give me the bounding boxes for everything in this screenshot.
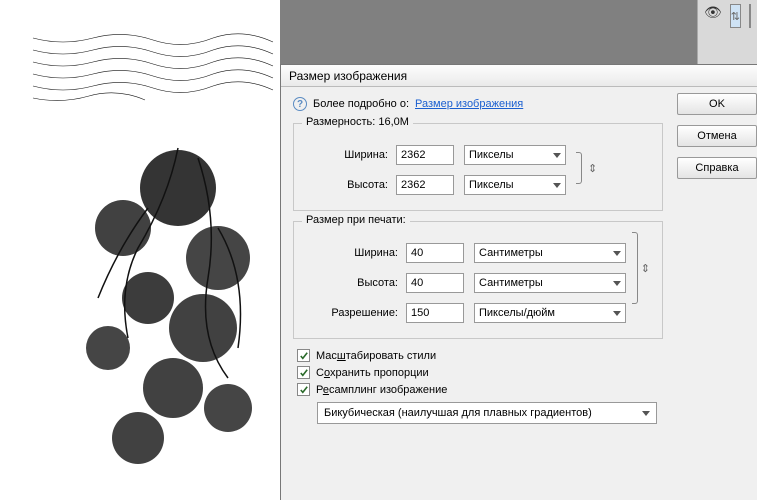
chevron-down-icon [613,251,621,256]
print-width-input[interactable] [406,243,464,263]
constrain-proportions-checkbox[interactable] [297,366,310,379]
width-input[interactable] [396,145,454,165]
constrain-link-icon [572,152,586,184]
cancel-button[interactable]: Отмена [677,125,757,147]
resample-label: Ресамплинг изображение [316,384,447,396]
scale-styles-label: Масштабировать стили [316,350,436,362]
chevron-down-icon [613,311,621,316]
resolution-label: Разрешение: [306,307,406,319]
width-label: Ширина: [306,149,396,161]
scale-styles-checkbox[interactable] [297,349,310,362]
resample-method-select[interactable]: Бикубическая (наилучшая для плавных град… [317,402,657,424]
constrain-proportions-label: Сохранить пропорции [316,367,429,379]
chevron-down-icon [613,281,621,286]
print-width-label: Ширина: [306,247,406,259]
dialog-buttons: OK Отмена Справка [677,87,757,179]
info-icon: ? [293,97,307,111]
height-label: Высота: [306,179,396,191]
resample-checkbox[interactable] [297,383,310,396]
resolution-unit-select[interactable]: Пикселы/дюйм [474,303,626,323]
check-icon [300,386,308,394]
link-swatch[interactable]: ⇅ [730,4,741,28]
pixel-dimensions-group: Размерность: 16,0M Ширина: Пикселы Высот… [293,123,663,211]
print-size-title: Размер при печати: [302,214,410,226]
chain-link-icon: ⇕ [641,262,650,275]
image-size-dialog: Размер изображения OK Отмена Справка ? Б… [280,64,757,500]
print-height-label: Высота: [306,277,406,289]
resolution-input[interactable] [406,303,464,323]
dialog-title: Размер изображения [281,65,757,87]
hint-text: Более подробно о: [313,98,409,110]
layers-strip: 👁 ⇅ [697,0,757,64]
print-size-group: Размер при печати: Ширина: Сантиметры Вы… [293,221,663,339]
print-height-input[interactable] [406,273,464,293]
ok-button[interactable]: OK [677,93,757,115]
width-unit-select[interactable]: Пикселы [464,145,566,165]
print-height-unit-select[interactable]: Сантиметры [474,273,626,293]
pixel-dimensions-title: Размерность: 16,0M [302,116,413,128]
hint-link[interactable]: Размер изображения [415,98,523,110]
print-constrain-link-icon [632,232,639,304]
help-button[interactable]: Справка [677,157,757,179]
chevron-down-icon [553,183,561,188]
image-preview [28,28,276,496]
chevron-down-icon [553,153,561,158]
chevron-down-icon [642,411,650,416]
chain-link-icon: ⇕ [588,162,597,175]
document-canvas [0,0,280,500]
print-width-unit-select[interactable]: Сантиметры [474,243,626,263]
layer-thumb[interactable] [749,4,751,28]
height-input[interactable] [396,175,454,195]
check-icon [300,369,308,377]
visibility-eye-icon[interactable]: 👁 [704,4,722,21]
check-icon [300,352,308,360]
height-unit-select[interactable]: Пикселы [464,175,566,195]
